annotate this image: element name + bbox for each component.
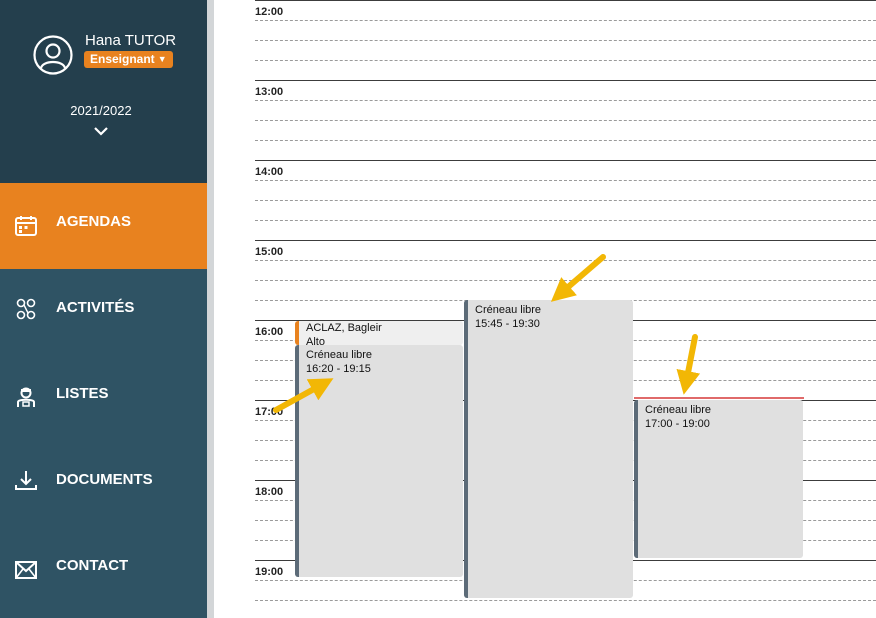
annotation-arrow bbox=[550, 254, 606, 302]
app: Hana TUTOR Enseignant ▼ 2021/2022 AGENDAS bbox=[0, 0, 876, 618]
annotation-arrow bbox=[273, 378, 334, 413]
annotation-arrow bbox=[676, 334, 701, 395]
annotation-arrows bbox=[273, 254, 701, 413]
